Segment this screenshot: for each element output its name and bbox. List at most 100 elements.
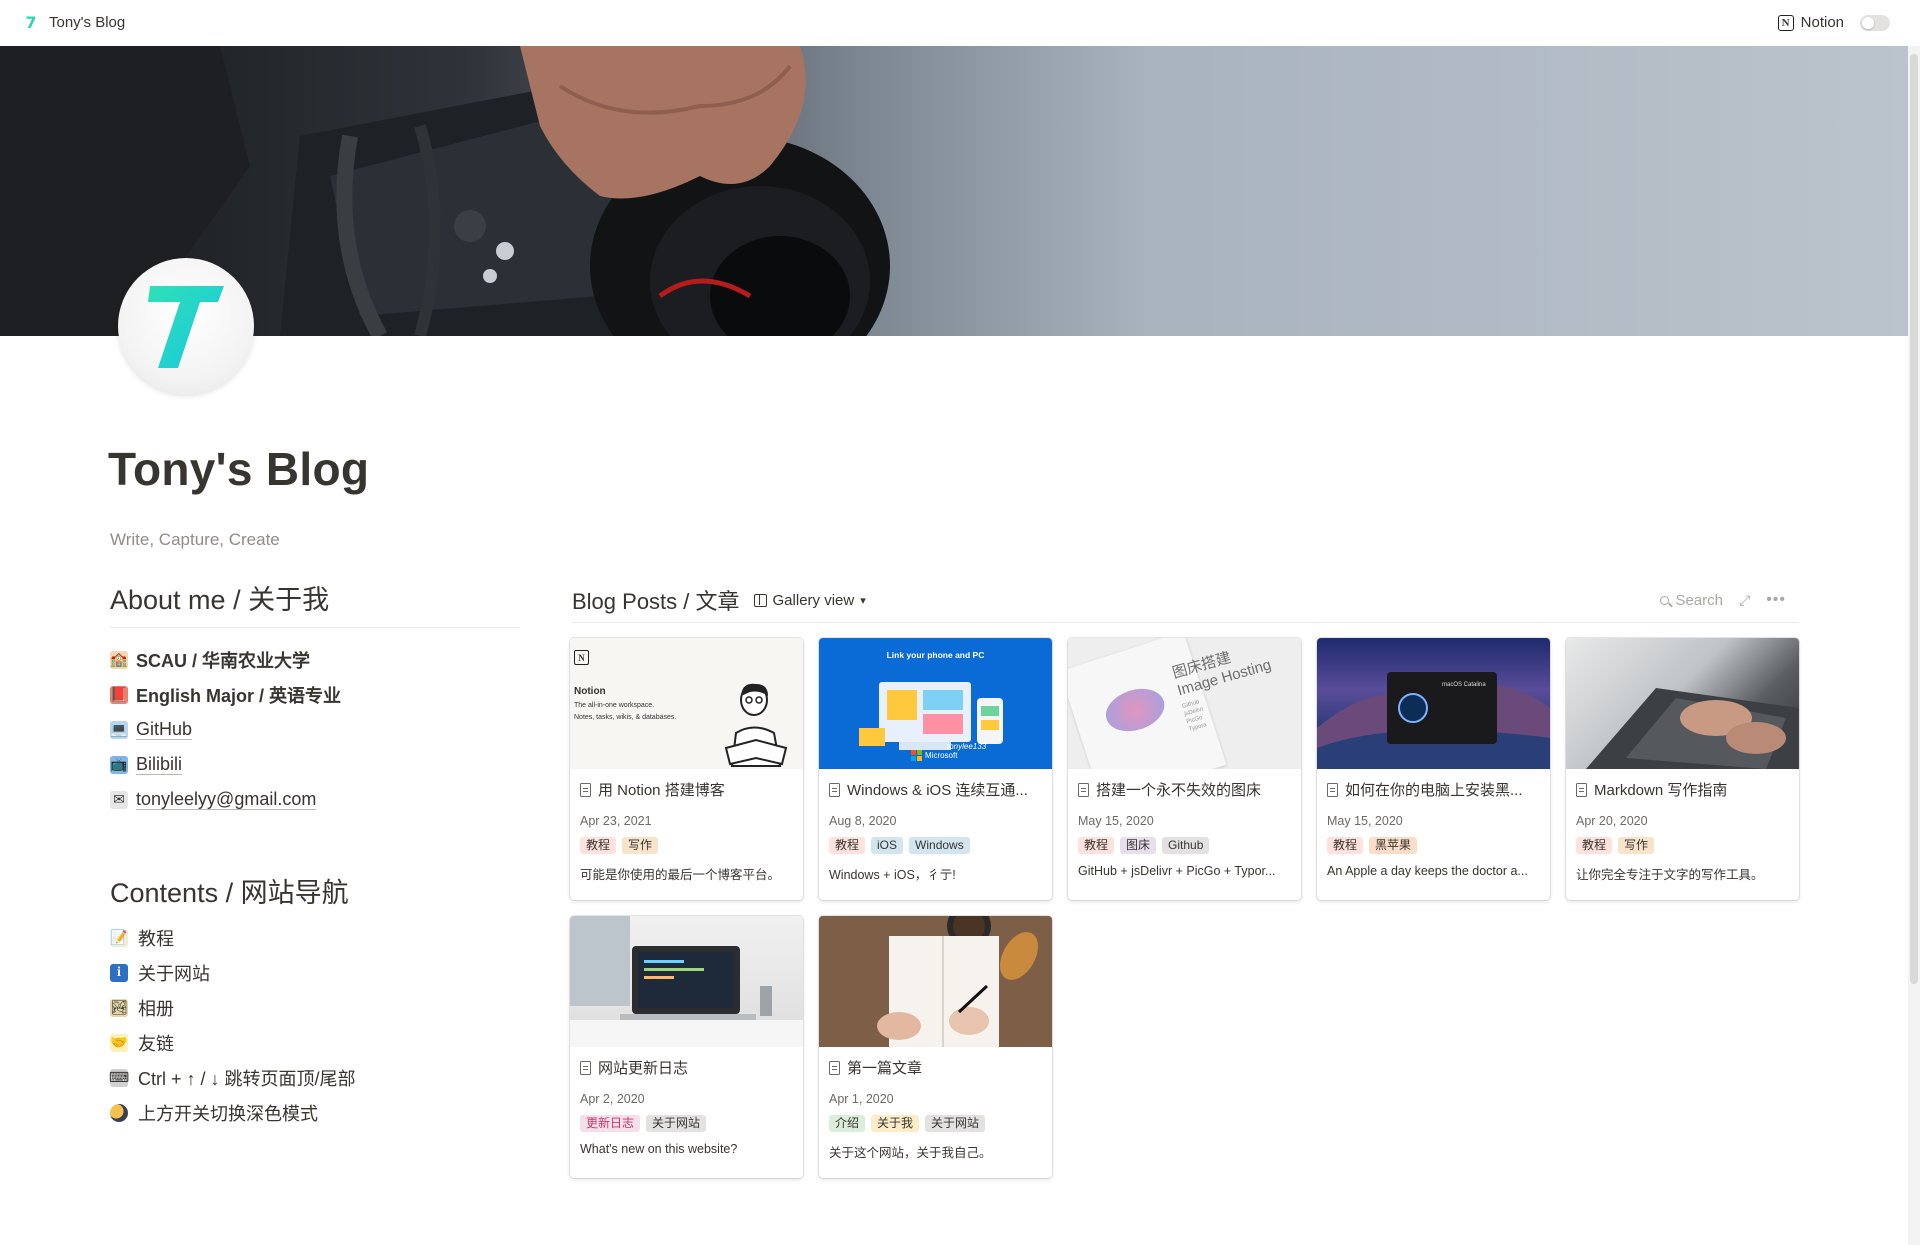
more-icon[interactable]: ••• (1766, 591, 1786, 609)
post-title[interactable]: 搭建一个永不失效的图床 (1078, 779, 1291, 800)
gallery-header: Blog Posts / 文章 Gallery view ▾ Search ⤢ … (572, 578, 1798, 623)
post-card[interactable]: N Notion The all-in-one workspace. Notes… (570, 638, 803, 900)
contents-item-album[interactable]: 🏞 相册 (110, 990, 520, 1025)
person-reading-illustration (724, 683, 788, 767)
contents-item-friend-links[interactable]: 🤝 友链 (110, 1025, 520, 1060)
document-icon (829, 1060, 840, 1075)
post-description: 关于这个网站，关于我自己。 (829, 1146, 992, 1160)
post-title[interactable]: 用 Notion 搭建博客 (580, 779, 793, 800)
contents-item-about-site[interactable]: i 关于网站 (110, 955, 520, 990)
document-icon (1078, 782, 1089, 797)
gallery-search[interactable]: Search (1660, 592, 1723, 609)
post-cover-hosting: 图床搭建 Image Hosting Github jsDelivr PicGo… (1068, 638, 1301, 769)
post-description: 可能是你使用的最后一个博客平台。 (580, 868, 781, 882)
contents-item-label: 上方开关切换深色模式 (138, 1103, 318, 1124)
page-logo-icon (118, 258, 254, 394)
post-tags: 教程 黑苹果 (1327, 837, 1540, 854)
desk-laptop-photo (570, 916, 803, 1047)
gallery-view-icon (753, 593, 767, 607)
about-item-text: SCAU / 华南农业大学 (136, 650, 311, 671)
microsoft-logo: Microsoft (911, 750, 957, 761)
topbar-actions: N Notion (1777, 0, 1890, 45)
post-date: Apr 2, 2020 (580, 1092, 645, 1106)
post-card[interactable]: macOS Catalina 如何在你的电脑上安装黑... May 15, 20… (1317, 638, 1550, 900)
tag: 教程 (1078, 837, 1115, 854)
envelope-icon: ✉ (110, 790, 128, 809)
post-title-text: 如何在你的电脑上安装黑... (1345, 782, 1523, 799)
contents-item-shortcut: ⌨ Ctrl + ↑ / ↓ 跳转页面顶/尾部 (109, 1060, 520, 1095)
tag: 写作 (622, 837, 659, 854)
t-logo-icon (148, 286, 224, 368)
bilibili-link[interactable]: Bilibili (136, 754, 183, 775)
tag: 教程 (1327, 837, 1364, 854)
contents-item-label: Ctrl + ↑ / ↓ 跳转页面顶/尾部 (138, 1068, 356, 1089)
post-title-text: Windows & iOS 连续互通... (847, 782, 1028, 799)
site-breadcrumb[interactable]: 7 Tony's Blog (22, 13, 126, 32)
about-item-email[interactable]: ✉ tonyleelyy@gmail.com (110, 782, 520, 817)
post-title[interactable]: Windows & iOS 连续互通... (829, 779, 1042, 800)
post-title[interactable]: Markdown 写作指南 (1576, 779, 1789, 800)
page-subtitle: Write, Capture, Create (110, 530, 280, 549)
view-selector[interactable]: Gallery view ▾ (753, 592, 866, 609)
cover-image (0, 46, 1908, 336)
cover-line: Notes, tasks, wikis, & databases. (574, 714, 677, 721)
cover-line: Link your phone and PC (886, 650, 985, 660)
computer-icon: 💻 (110, 720, 128, 739)
post-title-text: 第一篇文章 (847, 1060, 923, 1077)
cover-brand: Microsoft (925, 751, 958, 760)
tag: Windows (909, 837, 970, 854)
post-card[interactable]: 第一篇文章 Apr 1, 2020 介绍 关于我 关于网站 关于这个网站，关于我… (819, 916, 1052, 1178)
document-icon (580, 1060, 591, 1075)
post-description: 让你完全专注于文字的写作工具。 (1576, 868, 1764, 882)
scrollbar-thumb[interactable] (1910, 54, 1918, 984)
contents-item-tutorials[interactable]: 📝 教程 (110, 920, 520, 955)
site-name: Tony's Blog (49, 14, 126, 31)
tag: 关于网站 (646, 1115, 707, 1132)
post-card[interactable]: 图床搭建 Image Hosting Github jsDelivr PicGo… (1068, 638, 1301, 900)
document-icon (1327, 782, 1338, 797)
post-tags: 教程 写作 (1576, 837, 1789, 854)
contents-heading: Contents / 网站导航 (110, 878, 349, 908)
dark-mode-toggle[interactable] (1860, 14, 1890, 31)
post-title[interactable]: 第一篇文章 (829, 1057, 1042, 1078)
school-icon: 🏫 (110, 650, 128, 669)
post-date: May 15, 2020 (1327, 814, 1403, 828)
post-description: Windows + iOS，彳亍! (829, 868, 956, 882)
notion-label: Notion (1800, 14, 1844, 31)
about-item-bilibili[interactable]: 📺 Bilibili (110, 747, 520, 782)
chevron-down-icon: ▾ (860, 594, 866, 607)
about-item-major: 📕 English Major / 英语专业 (110, 677, 520, 712)
post-title-text: 用 Notion 搭建博客 (598, 782, 725, 799)
expand-icon[interactable]: ⤢ (1739, 592, 1750, 609)
post-date: Aug 8, 2020 (829, 814, 897, 828)
post-card[interactable]: Link your phone and PC tonylee133 Micros… (819, 638, 1052, 900)
post-cover-windows: Link your phone and PC tonylee133 Micros… (819, 638, 1052, 769)
post-card[interactable]: 网站更新日志 Apr 2, 2020 更新日志 关于网站 What's new … (570, 916, 803, 1178)
post-cover-notebook (819, 916, 1052, 1047)
contents-item-label: 友链 (138, 1033, 174, 1054)
picture-icon: 🏞 (110, 998, 128, 1017)
post-date: Apr 20, 2020 (1576, 814, 1648, 828)
search-icon (1660, 595, 1670, 605)
post-tags: 教程 iOS Windows (829, 837, 1042, 854)
page-scrollbar[interactable] (1908, 46, 1920, 1245)
tag: 介绍 (829, 1115, 866, 1132)
about-item-text: English Major / 英语专业 (136, 685, 342, 706)
tag: 写作 (1618, 837, 1655, 854)
tag: 教程 (829, 837, 866, 854)
post-title[interactable]: 如何在你的电脑上安装黑... (1327, 779, 1540, 800)
post-title[interactable]: 网站更新日志 (580, 1057, 793, 1078)
notion-link[interactable]: N Notion (1777, 14, 1844, 31)
post-card[interactable]: Markdown 写作指南 Apr 20, 2020 教程 写作 让你完全专注于… (1566, 638, 1799, 900)
github-link[interactable]: GitHub (136, 719, 193, 740)
laptop-typing-photo (1586, 688, 1799, 769)
tag: 关于我 (871, 1115, 920, 1132)
about-item-github[interactable]: 💻 GitHub (110, 712, 520, 747)
page-title: Tony's Blog (108, 443, 370, 495)
tag: 图床 (1120, 837, 1157, 854)
info-icon: i (110, 963, 128, 982)
tag: 更新日志 (580, 1115, 641, 1132)
post-tags: 教程 图床 Github (1078, 837, 1291, 854)
email-link[interactable]: tonyleelyy@gmail.com (136, 789, 317, 810)
gallery-title[interactable]: Blog Posts / 文章 (572, 584, 740, 616)
